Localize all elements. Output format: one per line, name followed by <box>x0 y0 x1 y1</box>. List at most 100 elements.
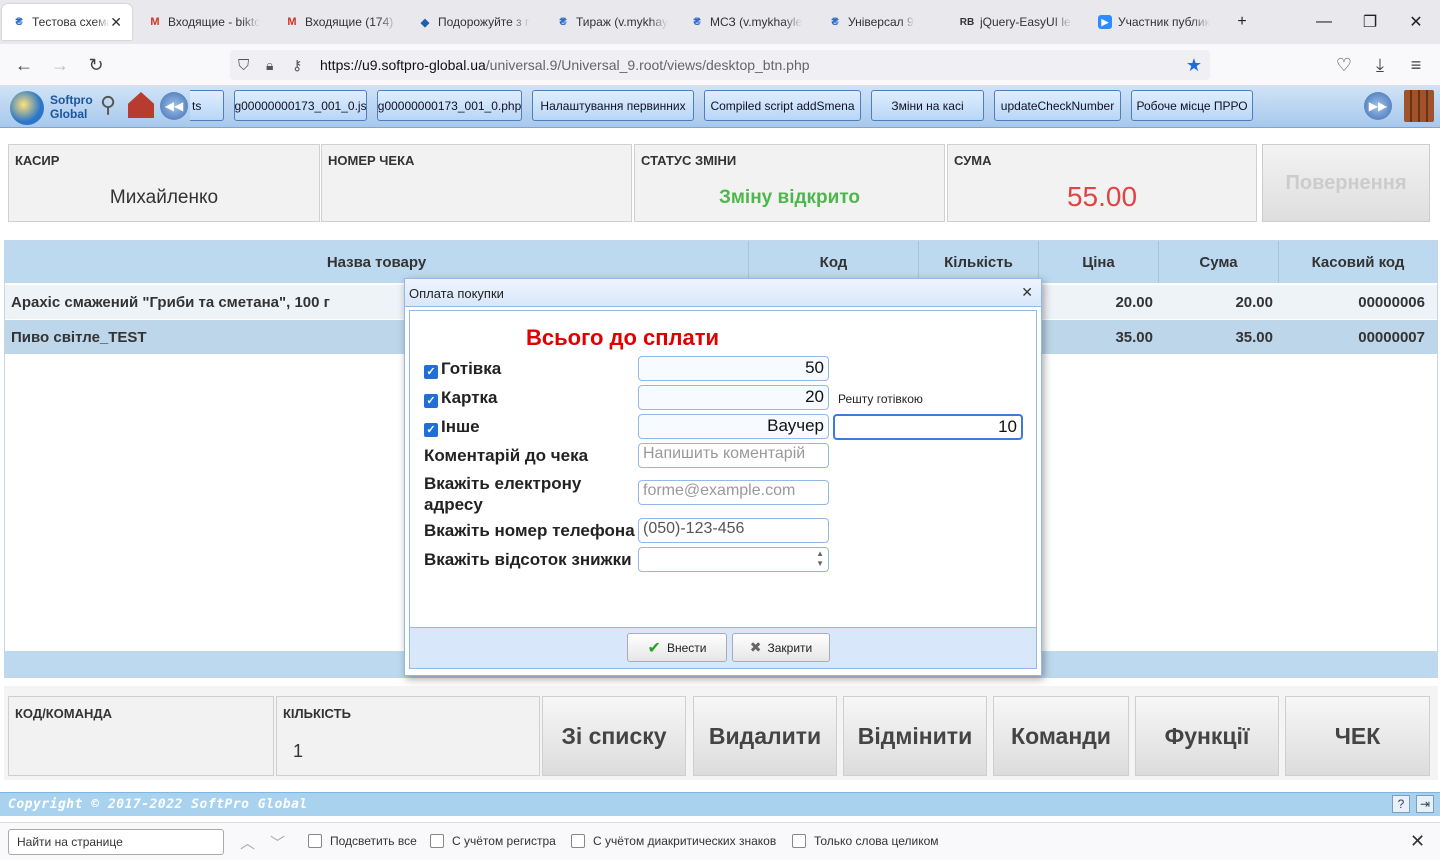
gmail-icon: M <box>150 16 160 28</box>
search-icon[interactable]: ⚲ <box>100 92 116 118</box>
cancel-button[interactable]: Відмінити <box>843 696 987 776</box>
return-button[interactable]: Повернення <box>1262 144 1430 222</box>
find-previous-icon[interactable]: ︿ <box>240 832 255 853</box>
match-case-checkbox[interactable]: С учётом регистра <box>430 834 556 848</box>
sum-value: 55.00 <box>1066 181 1138 212</box>
uah-icon: ₴ <box>693 16 701 28</box>
window-close-icon[interactable]: ✕ <box>1396 8 1436 36</box>
highlight-all-checkbox[interactable]: Подсветить все <box>308 834 417 848</box>
phone-input[interactable]: (050)-123-456 <box>638 518 829 543</box>
scroll-left-icon[interactable]: ◀◀ <box>160 92 188 120</box>
tab-title: Подорожуйте з п <box>438 15 530 29</box>
toolbar-tab-button[interactable]: g00000000173_001_0.php <box>377 90 522 121</box>
new-tab-icon[interactable]: + <box>1222 8 1262 36</box>
toolbar-tab-button[interactable]: ts <box>190 90 224 121</box>
lock-icon[interactable]: 🔒︎ <box>266 57 273 74</box>
minimize-icon[interactable]: — <box>1304 8 1344 36</box>
browser-tab[interactable]: M Входящие - bikto <box>138 4 270 40</box>
tab-title: jQuery-EasyUI lea <box>980 15 1072 29</box>
discount-spinner[interactable]: ▲ ▼ <box>638 547 829 572</box>
header-price[interactable]: Ціна <box>1039 241 1159 283</box>
dialog-body: Всього до сплати ✓ Готівка 50 ✓ Картка 20 … <box>409 310 1037 628</box>
delete-button[interactable]: Видалити <box>693 696 837 776</box>
change-in-cash-label: Решту готівкою <box>838 392 923 406</box>
close-button[interactable]: ✖ Закрити <box>732 633 830 662</box>
toolbar-tab-button[interactable]: g00000000173_001_0.js <box>234 90 367 121</box>
tab-title: Тестова схема <box>32 15 111 29</box>
commands-button[interactable]: Команди <box>993 696 1129 776</box>
restore-icon[interactable]: ❐ <box>1350 8 1390 36</box>
browser-tab[interactable]: ▶ Участник публик <box>1088 4 1220 40</box>
row-price: 20.00 <box>1115 293 1153 311</box>
checkbox-checked-icon[interactable]: ✓ <box>424 364 438 379</box>
app-toolbar: Softpro Global ⚲ ◀◀ ts g00000000173_001_0… <box>0 86 1440 128</box>
find-bar: Найти на странице ︿ ﹀ Подсветить все С у… <box>0 822 1440 860</box>
toolbar-tab-button[interactable]: Робоче місце ПРРО <box>1131 90 1253 121</box>
match-diacritics-checkbox[interactable]: С учётом диакритических знаков <box>571 834 776 848</box>
submit-button[interactable]: ✔ Внести <box>627 633 727 662</box>
gmail-icon: M <box>287 16 297 28</box>
toolbar-tab-button[interactable]: Налаштування первинних <box>532 90 694 121</box>
check-number-panel: НОМЕР ЧЕКА <box>321 144 632 222</box>
header-code[interactable]: Код <box>749 241 919 283</box>
cash-amount-input[interactable]: 50 <box>638 356 829 381</box>
quantity-field[interactable]: КІЛЬКІСТЬ 1 <box>276 696 540 776</box>
reload-icon[interactable]: ↻ <box>82 51 110 79</box>
comment-input[interactable]: Напишить коментарій <box>638 443 829 468</box>
logout-icon[interactable]: ⇥ <box>1416 795 1434 813</box>
close-icon[interactable]: ✕ <box>110 14 122 31</box>
checkbox-checked-icon[interactable]: ✓ <box>424 422 438 437</box>
browser-tab[interactable]: ◆ Подорожуйте з п <box>408 4 540 40</box>
dialog-close-icon[interactable]: ✕ <box>1021 284 1033 301</box>
other-amount-input[interactable]: 10 <box>833 414 1023 440</box>
menu-icon[interactable]: ≡ <box>1402 51 1430 79</box>
other-option[interactable]: ✓ Інше <box>424 417 480 437</box>
functions-button[interactable]: Функції <box>1135 696 1279 776</box>
toolbar-tab-button[interactable]: Зміни на касі <box>871 90 984 121</box>
back-arrow-icon[interactable]: ← <box>10 51 38 79</box>
find-next-icon[interactable]: ﹀ <box>270 832 285 853</box>
card-option[interactable]: ✓ Картка <box>424 388 498 408</box>
download-icon[interactable]: ⤓ <box>1366 51 1394 79</box>
comment-label: Коментарій до чека <box>424 446 589 465</box>
copyright-text: Copyright © 2017-2022 SoftPro Global <box>8 797 308 812</box>
other-type-select[interactable]: Ваучер <box>638 414 829 439</box>
checkbox-checked-icon[interactable]: ✓ <box>424 393 438 408</box>
url-bar[interactable]: ⛉ 🔒︎ ⚷ https://u9.softpro-global.ua/univ… <box>230 50 1210 80</box>
from-list-button[interactable]: Зі списку <box>542 696 686 776</box>
cash-option[interactable]: ✓ Готівка <box>424 359 501 379</box>
forward-arrow-icon[interactable]: → <box>46 51 74 79</box>
browser-tab[interactable]: RB jQuery-EasyUI lea <box>950 4 1082 40</box>
card-amount-input[interactable]: 20 <box>638 385 829 410</box>
browser-navbar: ← → ↻ ⛉ 🔒︎ ⚷ https://u9.softpro-global.u… <box>0 44 1440 86</box>
header-sum[interactable]: Сума <box>1159 241 1279 283</box>
browser-tab[interactable]: ₴ Тираж (v.mykhay <box>546 4 678 40</box>
code-command-field[interactable]: КОД/КОМАНДА <box>8 696 274 776</box>
browser-tab[interactable]: ₴ МСЗ (v.mykhayle <box>680 4 812 40</box>
header-cash-code[interactable]: Касовий код <box>1279 241 1437 283</box>
pocket-icon[interactable]: ♡ <box>1330 51 1358 79</box>
header-quantity[interactable]: Кількість <box>919 241 1039 283</box>
url-text[interactable]: https://u9.softpro-global.ua/universal.9… <box>320 57 810 73</box>
header-name[interactable]: Назва товару <box>5 241 749 283</box>
find-close-icon[interactable]: ✕ <box>1410 831 1425 852</box>
check-button[interactable]: ЧЕК <box>1285 696 1430 776</box>
toolbar-tab-button[interactable]: Compiled script addSmena <box>704 90 861 121</box>
home-icon[interactable] <box>128 92 154 118</box>
library-icon[interactable] <box>1404 90 1434 122</box>
browser-tab[interactable]: ₴ Тестова схема ✕ <box>2 4 132 40</box>
checkbox-icon <box>792 834 806 848</box>
whole-words-checkbox[interactable]: Только слова целиком <box>792 834 939 848</box>
browser-tab[interactable]: M Входящие (174) - <box>275 4 407 40</box>
scroll-right-icon[interactable]: ▶▶ <box>1364 92 1392 120</box>
code-command-label: КОД/КОМАНДА <box>15 706 113 721</box>
spinner-arrows-icon[interactable]: ▲ ▼ <box>816 549 824 569</box>
find-input[interactable]: Найти на странице <box>8 829 224 855</box>
help-icon[interactable]: ? <box>1392 795 1410 813</box>
permissions-icon[interactable]: ⚷ <box>292 57 302 74</box>
bookmark-star-icon[interactable]: ★ <box>1186 55 1202 76</box>
email-input[interactable]: forme@example.com <box>638 480 829 505</box>
shield-icon[interactable]: ⛉ <box>238 57 249 74</box>
toolbar-tab-button[interactable]: updateCheckNumber <box>994 90 1121 121</box>
browser-tab[interactable]: ₴ Універсал 9 <box>818 4 950 40</box>
